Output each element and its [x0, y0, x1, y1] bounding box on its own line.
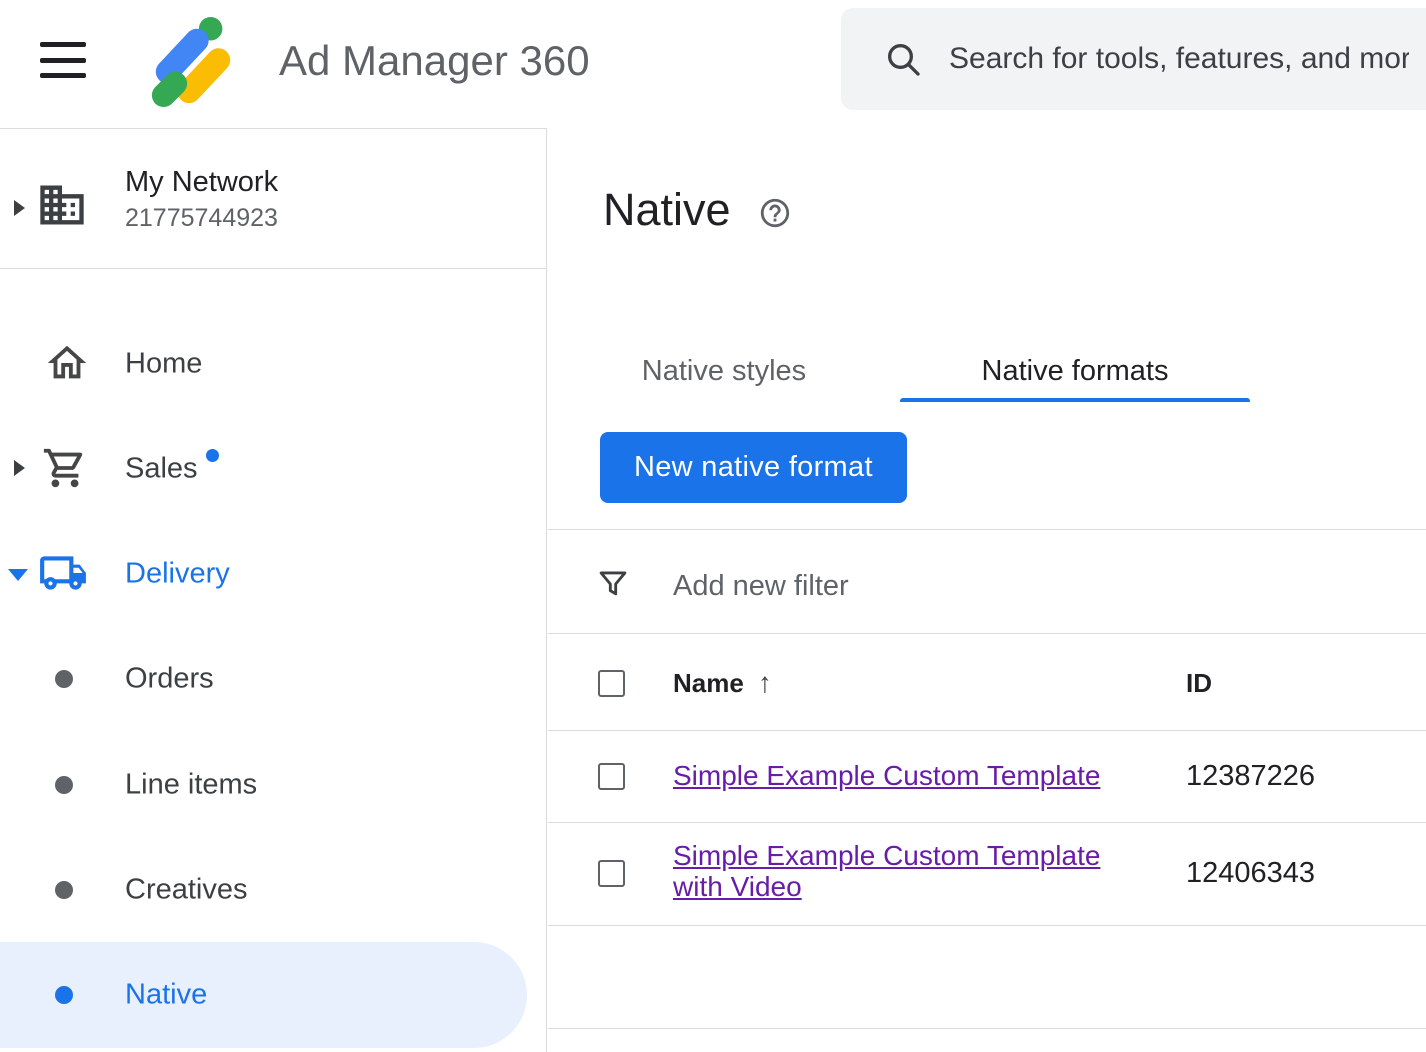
main-content: Native Native styles Native formats New … [548, 128, 1426, 1052]
column-header-label: ID [1186, 668, 1212, 698]
ad-manager-app: Ad Manager 360 My Network 21775744923 [0, 0, 1426, 1052]
tab-label: Native styles [642, 355, 806, 388]
column-header-label: Name [673, 666, 744, 700]
notification-dot [206, 449, 219, 462]
sidebar-item-label: Delivery [125, 557, 230, 590]
sidebar-item-line-items[interactable]: Line items [0, 732, 547, 837]
sidebar-item-label: Sales [125, 452, 198, 485]
search-icon [883, 39, 923, 79]
cart-icon [42, 445, 88, 491]
sidebar-item-creatives[interactable]: Creatives [0, 837, 547, 942]
menu-icon[interactable] [40, 42, 86, 78]
home-icon [44, 340, 90, 386]
bullet-icon [55, 986, 73, 1004]
row-checkbox[interactable] [598, 860, 625, 887]
sidebar: My Network 21775744923 Home Sales [0, 128, 547, 1052]
sidebar-item-orders[interactable]: Orders [0, 626, 547, 731]
network-selector[interactable]: My Network 21775744923 [0, 153, 547, 263]
tab-bar: Native styles Native formats [548, 340, 1426, 402]
filter-icon[interactable] [594, 565, 632, 603]
sidebar-item-label: Line items [125, 768, 257, 801]
divider [548, 822, 1426, 823]
tab-native-formats[interactable]: Native formats [900, 340, 1250, 402]
tab-native-styles[interactable]: Native styles [548, 340, 900, 402]
sidebar-item-delivery[interactable]: Delivery [0, 521, 547, 626]
native-format-link[interactable]: Simple Example Custom Template with Vide… [673, 840, 1148, 902]
sidebar-item-label: Native [125, 979, 207, 1012]
global-search[interactable] [841, 8, 1426, 110]
sidebar-item-label: Home [125, 347, 202, 380]
truck-icon [38, 548, 88, 598]
active-tab-indicator [900, 398, 1250, 402]
sidebar-item-label: Creatives [125, 873, 248, 906]
app-title: Ad Manager 360 [279, 36, 590, 86]
network-text: My Network 21775744923 [125, 165, 278, 233]
bullet-icon [55, 881, 73, 899]
collapse-down-icon [8, 569, 28, 581]
divider [0, 268, 547, 269]
native-format-id: 12406343 [1186, 857, 1315, 889]
expand-right-icon [14, 200, 25, 216]
divider [548, 633, 1426, 634]
expand-right-icon [14, 460, 25, 476]
sidebar-item-sales[interactable]: Sales [0, 416, 547, 521]
sidebar-item-home[interactable]: Home [0, 311, 547, 416]
bullet-icon [55, 670, 73, 688]
network-id: 21775744923 [125, 203, 278, 233]
divider [548, 730, 1426, 731]
native-format-link[interactable]: Simple Example Custom Template [673, 760, 1100, 791]
divider [548, 1028, 1426, 1029]
search-input[interactable] [949, 42, 1409, 76]
network-building-icon [36, 179, 88, 231]
column-header-id: ID [1186, 666, 1212, 700]
column-header-name[interactable]: Name ↑ [673, 666, 772, 700]
sidebar-item-label: Orders [125, 662, 214, 695]
network-name: My Network [125, 165, 278, 199]
divider [548, 925, 1426, 926]
top-bar: Ad Manager 360 [0, 0, 1426, 128]
tab-label: Native formats [982, 355, 1169, 388]
new-native-format-button[interactable]: New native format [600, 432, 907, 503]
help-icon[interactable] [758, 196, 792, 230]
ad-manager-logo-icon [146, 15, 240, 109]
page-title-row: Native [603, 184, 792, 236]
row-checkbox[interactable] [598, 763, 625, 790]
select-all-checkbox[interactable] [598, 670, 625, 697]
sort-ascending-icon[interactable]: ↑ [758, 666, 772, 700]
add-new-filter[interactable]: Add new filter [673, 569, 849, 603]
bullet-icon [55, 776, 73, 794]
sidebar-item-native[interactable]: Native [0, 942, 527, 1048]
native-format-id: 12387226 [1186, 760, 1315, 792]
divider [548, 529, 1426, 530]
page-title: Native [603, 184, 731, 236]
